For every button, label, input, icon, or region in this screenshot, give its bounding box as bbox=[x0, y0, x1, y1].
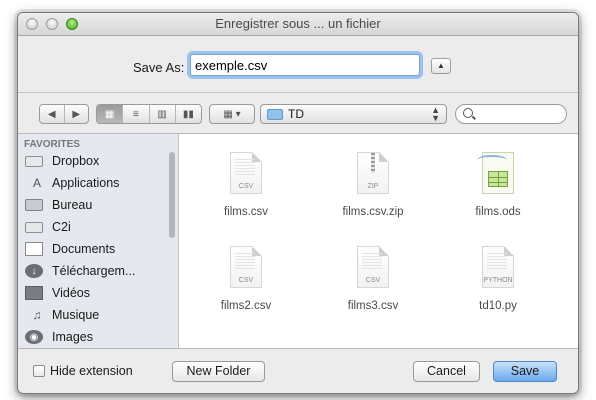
python-file-icon: PYTHON bbox=[482, 246, 514, 288]
file-item[interactable]: CSV films2.csv bbox=[191, 240, 301, 334]
current-folder-name: TD bbox=[288, 107, 304, 121]
zoom-window-button[interactable] bbox=[66, 18, 78, 30]
sidebar-item-applications[interactable]: A Applications bbox=[28, 172, 168, 194]
save-as-label: Save As: bbox=[133, 60, 185, 75]
spreadsheet-file-icon bbox=[477, 152, 514, 194]
sidebar-item-c2i[interactable]: C2i bbox=[25, 216, 168, 238]
sidebar-header: FAVORITES bbox=[24, 139, 80, 150]
hide-extension-checkbox[interactable] bbox=[33, 365, 45, 377]
icon-grid-icon: ▦ bbox=[104, 108, 115, 120]
zip-file-icon: ZIP bbox=[357, 152, 389, 194]
file-name: films.ods bbox=[475, 206, 521, 218]
collapse-dialog-button[interactable]: ▲ bbox=[431, 58, 451, 74]
sidebar-item-label: Téléchargem... bbox=[52, 264, 136, 278]
file-item[interactable]: CSV films.csv bbox=[191, 146, 301, 240]
applications-icon: A bbox=[32, 176, 41, 190]
movies-icon bbox=[25, 286, 43, 300]
forward-button[interactable]: ▶ bbox=[65, 105, 89, 123]
cancel-button[interactable]: Cancel bbox=[413, 361, 480, 382]
sidebar-item-downloads[interactable]: ↓ Téléchargem... bbox=[25, 260, 168, 282]
bottom-bar: Hide extension New Folder Cancel Save bbox=[18, 348, 578, 393]
sidebar-item-label: Images bbox=[52, 330, 93, 344]
back-arrow-icon: ◀ bbox=[47, 108, 56, 120]
chevron-down-icon: ▾ bbox=[235, 108, 241, 120]
forward-arrow-icon: ▶ bbox=[72, 108, 81, 120]
save-button[interactable]: Save bbox=[493, 361, 557, 382]
csv-file-icon: CSV bbox=[230, 152, 262, 194]
sidebar-item-bureau[interactable]: Bureau bbox=[25, 194, 168, 216]
coverflow-view-button[interactable]: ▮▮ bbox=[176, 105, 201, 123]
sidebar-item-label: Dropbox bbox=[52, 154, 100, 168]
sidebar-item-label: Applications bbox=[52, 176, 120, 190]
chevron-up-icon: ▲ bbox=[437, 61, 445, 70]
music-icon: ♫ bbox=[32, 308, 42, 322]
popup-arrows-icon: ▲ ▼ bbox=[431, 105, 440, 123]
search-input[interactable] bbox=[476, 106, 565, 124]
list-view-button[interactable]: ≡ bbox=[123, 105, 150, 123]
back-button[interactable]: ◀ bbox=[40, 105, 65, 123]
new-folder-button[interactable]: New Folder bbox=[172, 361, 265, 382]
desktop-icon bbox=[25, 199, 43, 211]
sidebar-scrollbar[interactable] bbox=[169, 152, 175, 238]
sidebar-item-dropbox[interactable]: Dropbox bbox=[25, 150, 168, 172]
documents-icon bbox=[25, 242, 43, 256]
sidebar-item-images[interactable]: ◉ Images bbox=[25, 326, 168, 348]
pictures-icon: ◉ bbox=[25, 330, 43, 344]
save-dialog: Enregistrer sous ... un fichier Save As:… bbox=[17, 12, 579, 394]
folder-icon bbox=[25, 221, 43, 233]
file-item[interactable]: films.ods bbox=[443, 146, 553, 240]
folder-popup[interactable]: TD ▲ ▼ bbox=[260, 104, 447, 124]
hide-extension-label[interactable]: Hide extension bbox=[50, 364, 133, 378]
folder-icon bbox=[25, 155, 43, 167]
sidebar-item-label: Documents bbox=[52, 242, 116, 256]
file-name: films.csv bbox=[223, 206, 269, 218]
toolbar: ◀ ▶ ▦ ≡ ▥ ▮▮ ▦ ▾ TD ▲ ▼ bbox=[18, 93, 578, 133]
file-item[interactable]: CSV films3.csv bbox=[318, 240, 428, 334]
sidebar-item-music[interactable]: ♫ Musique bbox=[28, 304, 168, 326]
file-name: td10.py bbox=[479, 300, 517, 312]
arrange-menu-button[interactable]: ▦ ▾ bbox=[209, 104, 255, 124]
sidebar-item-label: Musique bbox=[52, 308, 100, 322]
arrange-grid-icon: ▦ bbox=[223, 108, 233, 120]
coverflow-icon: ▮▮ bbox=[182, 108, 194, 120]
csv-file-icon: CSV bbox=[357, 246, 389, 288]
sidebar-item-label: C2i bbox=[52, 220, 71, 234]
file-name: films2.csv bbox=[220, 300, 272, 312]
downloads-icon: ↓ bbox=[25, 264, 43, 278]
title-bar: Enregistrer sous ... un fichier bbox=[18, 13, 578, 36]
view-mode-buttons: ▦ ≡ ▥ ▮▮ bbox=[96, 104, 202, 124]
search-field[interactable] bbox=[455, 104, 567, 124]
icon-view-button[interactable]: ▦ bbox=[97, 105, 124, 123]
arrange-icon-wrapper: ▦ ▾ bbox=[210, 105, 254, 123]
column-view-button[interactable]: ▥ bbox=[150, 105, 176, 123]
filename-input[interactable] bbox=[190, 54, 420, 76]
navigation-buttons: ◀ ▶ bbox=[39, 104, 89, 124]
close-window-button[interactable] bbox=[26, 18, 38, 30]
sidebar-item-label: Bureau bbox=[52, 198, 93, 212]
file-name: films3.csv bbox=[347, 300, 399, 312]
csv-file-icon: CSV bbox=[230, 246, 262, 288]
save-as-row: Save As: ▲ bbox=[18, 36, 578, 92]
list-lines-icon: ≡ bbox=[132, 108, 139, 120]
window-title: Enregistrer sous ... un fichier bbox=[215, 16, 381, 31]
columns-icon: ▥ bbox=[157, 108, 167, 120]
sidebar: FAVORITES Dropbox A Applications Bureau … bbox=[18, 134, 179, 348]
file-item[interactable]: PYTHON td10.py bbox=[443, 240, 553, 334]
file-grid: CSV films.csv ZIP films.csv.zip films.od… bbox=[179, 134, 578, 348]
search-icon bbox=[463, 108, 473, 118]
file-item[interactable]: ZIP films.csv.zip bbox=[318, 146, 428, 240]
minimize-window-button[interactable] bbox=[46, 18, 58, 30]
browser-area: FAVORITES Dropbox A Applications Bureau … bbox=[18, 133, 578, 349]
file-name: films.csv.zip bbox=[342, 206, 404, 218]
sidebar-item-videos[interactable]: Vidéos bbox=[25, 282, 168, 304]
sidebar-item-label: Vidéos bbox=[52, 286, 90, 300]
folder-icon bbox=[267, 109, 283, 120]
sidebar-item-documents[interactable]: Documents bbox=[25, 238, 168, 260]
